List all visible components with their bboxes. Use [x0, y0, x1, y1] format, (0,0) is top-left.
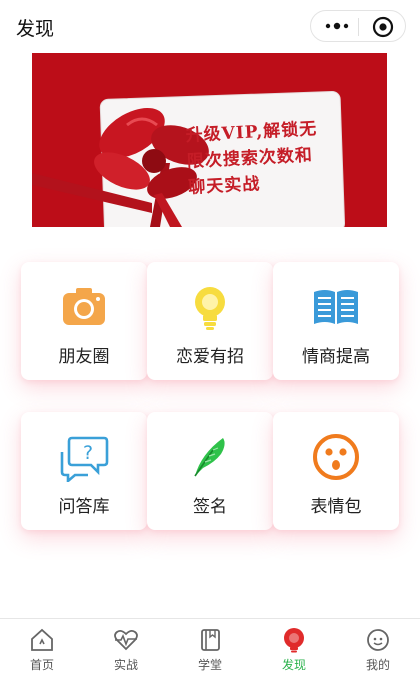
grid-item-label: 情商提高	[302, 347, 370, 367]
grid-item-stickers[interactable]: 表情包	[273, 412, 399, 530]
camera-icon	[63, 288, 105, 325]
grid-item-love-tips[interactable]: 恋爱有招	[147, 262, 273, 380]
tab-label: 首页	[29, 658, 54, 672]
navigation-bar: 发现	[0, 0, 420, 52]
grid-item-label: 签名	[193, 497, 227, 517]
heartbeat-icon	[114, 629, 138, 651]
notebook-icon	[201, 629, 220, 651]
grid-item-label: 朋友圈	[58, 347, 110, 367]
grid-item-label: 恋爱有招	[176, 347, 244, 367]
tab-label: 发现	[281, 658, 306, 672]
profile-icon	[367, 629, 389, 651]
grid-item-label: 表情包	[310, 497, 362, 517]
question-chat-icon: ?	[60, 436, 109, 482]
grid-item-eq-improve[interactable]: 情商提高	[273, 262, 399, 380]
grid-item-moments[interactable]: 朋友圈	[21, 262, 147, 380]
tab-mine[interactable]: 我的	[336, 619, 420, 677]
tab-label: 学堂	[197, 658, 222, 672]
close-mini-program-icon[interactable]	[372, 16, 394, 38]
bottom-tab-bar: 首页 实战 学堂 发现 我的	[0, 618, 420, 677]
banner-promo-text: 升级VIP,解锁无 限次搜索次数和 聊天实战	[185, 115, 349, 201]
tab-practice[interactable]: 实战	[84, 619, 168, 677]
tab-label: 实战	[113, 658, 138, 672]
home-icon	[31, 628, 53, 651]
tab-label: 我的	[365, 658, 390, 672]
svg-text:?: ?	[83, 442, 93, 464]
tab-discover[interactable]: 发现	[252, 619, 336, 677]
mini-program-capsule	[310, 10, 406, 42]
tab-home[interactable]: 首页	[0, 619, 84, 677]
vip-promo-banner[interactable]: 升级VIP,解锁无 限次搜索次数和 聊天实战	[32, 53, 387, 227]
book-icon	[314, 290, 358, 324]
grid-item-qa-library[interactable]: ? 问答库	[21, 412, 147, 530]
grid-item-signature[interactable]: 签名	[147, 412, 273, 530]
capsule-divider	[358, 18, 359, 36]
surprised-face-icon	[313, 434, 359, 480]
more-options-icon[interactable]	[324, 19, 350, 33]
lightbulb-icon	[195, 287, 225, 330]
bulb-discover-icon	[284, 628, 304, 653]
feather-icon	[194, 438, 225, 477]
grid-item-label: 问答库	[58, 497, 110, 517]
tab-school[interactable]: 学堂	[168, 619, 252, 677]
page-title: 发现	[16, 18, 55, 40]
